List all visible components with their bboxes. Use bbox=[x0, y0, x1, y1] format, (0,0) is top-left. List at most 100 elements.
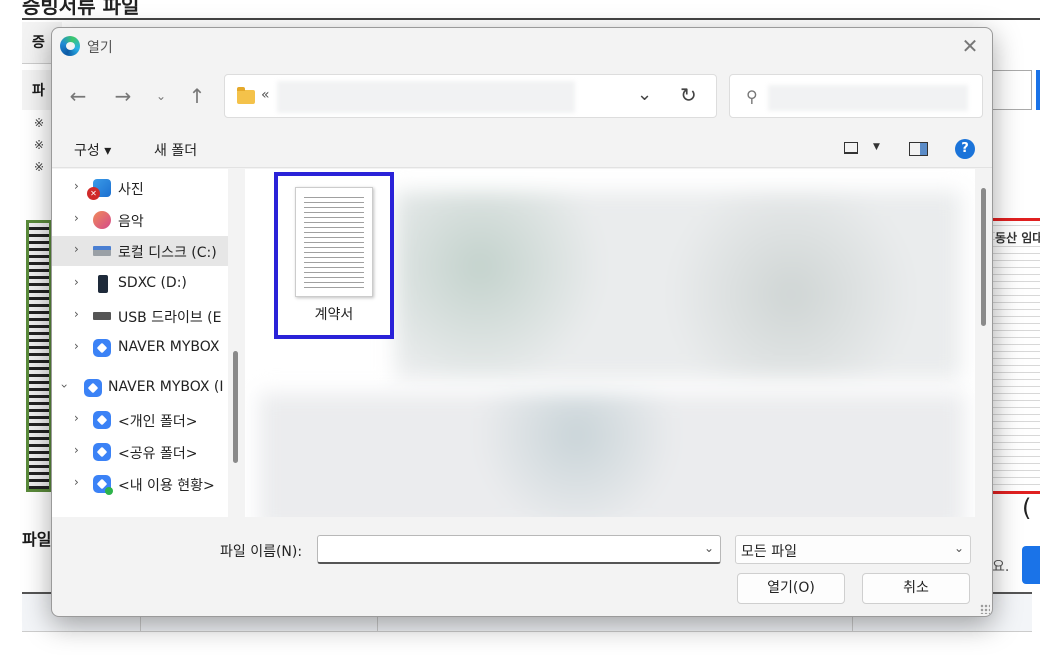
organize-menu[interactable]: 구성 ▾ bbox=[74, 140, 111, 160]
nav-item-label: 음악 bbox=[118, 214, 144, 230]
document-preview-title: 동산 임대 bbox=[995, 229, 1040, 246]
blurred-files bbox=[395, 191, 961, 379]
address-bar[interactable]: « ⌄ ↻ bbox=[224, 74, 717, 118]
chevron-right-icon[interactable]: › bbox=[74, 443, 79, 457]
nav-item-personal-folder[interactable]: › <개인 폴더> bbox=[52, 405, 228, 435]
chevron-down-icon[interactable]: › bbox=[57, 384, 71, 389]
heading-rule bbox=[22, 18, 1040, 20]
navigation-scrollbar[interactable] bbox=[233, 351, 238, 463]
chevron-down-icon[interactable]: ⌄ bbox=[637, 84, 652, 105]
nav-item-music[interactable]: › 음악 bbox=[52, 205, 228, 235]
note-mark: ※ bbox=[34, 160, 45, 174]
command-bar: 구성 ▾ 새 폴더 ▼ ? bbox=[52, 130, 992, 168]
notes-list: ※ ※ ※ bbox=[34, 112, 44, 178]
nav-item-photos[interactable]: › 사진 bbox=[52, 173, 228, 203]
dialog-title: 열기 bbox=[87, 40, 113, 56]
photos-icon bbox=[87, 179, 111, 200]
note-mark: ※ bbox=[34, 116, 45, 130]
document-thumbnail bbox=[295, 187, 373, 297]
nav-item-label: NAVER MYBOX (I bbox=[108, 379, 224, 395]
nav-item-sdxc[interactable]: › SDXC (D:) bbox=[52, 269, 228, 299]
background-paren: ( bbox=[1022, 494, 1032, 522]
music-icon bbox=[93, 211, 111, 229]
close-icon[interactable]: ✕ bbox=[958, 34, 982, 58]
filename-input[interactable]: ⌄ bbox=[317, 535, 721, 564]
search-placeholder-blurred bbox=[768, 85, 968, 111]
filetype-select[interactable]: 모든 파일 ⌄ bbox=[735, 535, 971, 564]
chevron-right-icon[interactable]: › bbox=[74, 179, 79, 193]
blurred-files bbox=[259, 393, 965, 517]
chevron-right-icon[interactable]: › bbox=[74, 339, 79, 353]
open-button[interactable]: 열기(O) bbox=[737, 573, 845, 604]
filename-label: 파일 이름(N): bbox=[220, 544, 303, 560]
nav-item-label: USB 드라이브 (E bbox=[118, 310, 222, 326]
chevron-right-icon[interactable]: › bbox=[74, 242, 79, 256]
cancel-button[interactable]: 취소 bbox=[862, 573, 970, 604]
address-path-blurred bbox=[277, 81, 575, 113]
background-trailing-text: 요. bbox=[992, 559, 1010, 575]
recent-chevron-down-icon[interactable]: ⌄ bbox=[149, 84, 173, 108]
upload-button[interactable] bbox=[1022, 546, 1040, 584]
chevron-right-icon[interactable]: › bbox=[74, 411, 79, 425]
document-preview-left[interactable] bbox=[26, 220, 52, 492]
view-options-icon[interactable] bbox=[844, 142, 858, 154]
back-arrow-icon[interactable]: ← bbox=[66, 84, 90, 108]
nav-item-label: NAVER MYBOX bbox=[118, 339, 220, 355]
file-name: 계약서 bbox=[314, 307, 354, 323]
file-item[interactable]: 계약서 bbox=[274, 172, 394, 339]
mybox-icon bbox=[84, 379, 102, 397]
sd-card-icon bbox=[98, 275, 108, 293]
open-file-dialog: 열기 ✕ ← → ⌄ ↑ « ⌄ ↻ ⚲ 구성 ▾ 새 폴더 ▼ ? › 사진 … bbox=[51, 27, 993, 617]
folder-icon bbox=[237, 87, 255, 104]
edge-browser-icon bbox=[60, 36, 80, 56]
mybox-icon bbox=[93, 339, 111, 357]
chevron-right-icon[interactable]: › bbox=[74, 211, 79, 225]
nav-item-local-disk[interactable]: › 로컬 디스크 (C:) bbox=[52, 236, 228, 266]
file-list: 계약서 bbox=[245, 169, 975, 517]
nav-item-usage-status[interactable]: › <내 이용 현황> bbox=[52, 469, 228, 499]
nav-item-label: 사진 bbox=[118, 182, 144, 198]
refresh-icon[interactable]: ↻ bbox=[680, 83, 697, 107]
resize-grip-icon[interactable] bbox=[980, 604, 990, 614]
chevron-right-icon[interactable]: › bbox=[74, 275, 79, 289]
page-heading: 증빙서류 파일 bbox=[22, 0, 140, 18]
note-mark: ※ bbox=[34, 138, 45, 152]
mybox-folder-icon bbox=[93, 443, 111, 461]
background-button[interactable] bbox=[1036, 70, 1040, 110]
search-box[interactable]: ⚲ bbox=[729, 74, 983, 118]
nav-item-label: <내 이용 현황> bbox=[118, 478, 215, 494]
local-disk-icon bbox=[93, 246, 111, 256]
content-scrollbar[interactable] bbox=[981, 188, 986, 326]
forward-arrow-icon[interactable]: → bbox=[111, 84, 135, 108]
view-dropdown-icon[interactable]: ▼ bbox=[873, 142, 880, 152]
usb-drive-icon bbox=[93, 312, 111, 320]
nav-item-mybox-drive[interactable]: › NAVER MYBOX (I bbox=[52, 373, 228, 403]
chevron-down-icon[interactable]: ⌄ bbox=[704, 541, 714, 555]
nav-item-label: <공유 폴더> bbox=[118, 446, 198, 462]
table-header-text: 증 bbox=[32, 35, 45, 51]
chevron-right-icon[interactable]: › bbox=[74, 307, 79, 321]
nav-item-label: <개인 폴더> bbox=[118, 414, 198, 430]
mybox-status-icon bbox=[93, 475, 113, 495]
file-section-label: 파일 bbox=[22, 530, 52, 549]
dialog-titlebar[interactable]: 열기 ✕ bbox=[52, 28, 992, 64]
nav-item-shared-folder[interactable]: › <공유 폴더> bbox=[52, 437, 228, 467]
nav-item-label: 로컬 디스크 (C:) bbox=[118, 245, 217, 261]
filetype-value: 모든 파일 bbox=[741, 544, 797, 560]
nav-item-mybox[interactable]: › NAVER MYBOX bbox=[52, 333, 228, 363]
background-input[interactable] bbox=[992, 70, 1032, 110]
table-label-text: 파 bbox=[32, 83, 45, 99]
new-folder-button[interactable]: 새 폴더 bbox=[154, 140, 197, 160]
preview-pane-icon[interactable] bbox=[909, 142, 928, 156]
chevron-down-icon[interactable]: ⌄ bbox=[954, 541, 964, 555]
navigation-pane: › 사진 › 음악 › 로컬 디스크 (C:) › SDXC (D:) › US… bbox=[52, 169, 228, 517]
address-overflow[interactable]: « bbox=[261, 87, 270, 103]
chevron-right-icon[interactable]: › bbox=[74, 475, 79, 489]
search-icon: ⚲ bbox=[746, 87, 758, 106]
mybox-folder-icon bbox=[93, 411, 111, 429]
nav-item-label: SDXC (D:) bbox=[118, 275, 187, 291]
nav-item-usb[interactable]: › USB 드라이브 (E bbox=[52, 301, 228, 331]
document-preview-right[interactable]: 동산 임대 bbox=[990, 218, 1040, 494]
up-arrow-icon[interactable]: ↑ bbox=[185, 84, 209, 108]
help-icon[interactable]: ? bbox=[955, 139, 975, 159]
